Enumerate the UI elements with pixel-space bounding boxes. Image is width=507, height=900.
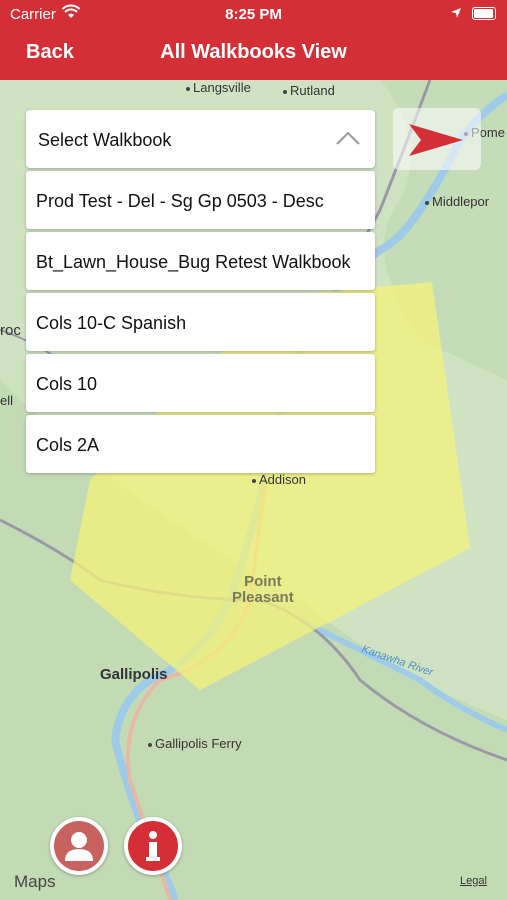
info-icon	[128, 821, 178, 871]
walkbook-option[interactable]: Cols 10	[26, 354, 375, 412]
map-label-roc: roc	[0, 322, 21, 339]
walkbook-select-label: Select Walkbook	[38, 130, 172, 150]
chevron-up-icon	[335, 130, 361, 146]
map-label-addison: Addison	[252, 472, 306, 487]
status-bar: Carrier 8:25 PM	[0, 0, 507, 28]
nav-bar: Back All Walkbooks View	[0, 28, 507, 80]
info-button[interactable]	[124, 817, 182, 875]
map-label-rutland: Rutland	[283, 83, 335, 98]
map-label-middleport: Middlepor	[425, 194, 489, 209]
user-icon	[54, 821, 104, 871]
page-title: All Walkbooks View	[160, 41, 347, 63]
walkbook-dropdown: Select Walkbook Prod Test - Del - Sg Gp …	[26, 110, 375, 473]
status-time: 8:25 PM	[225, 6, 282, 23]
current-location-button[interactable]	[393, 108, 481, 170]
location-arrow-icon	[450, 6, 462, 23]
walkbook-option[interactable]: Cols 10-C Spanish	[26, 293, 375, 351]
walkbook-option[interactable]: Bt_Lawn_House_Bug Retest Walkbook	[26, 232, 375, 290]
walkbook-option[interactable]: Cols 2A	[26, 415, 375, 473]
map-label-ell: ell	[0, 393, 14, 408]
map-label-gallipolis-ferry: Gallipolis Ferry	[148, 736, 242, 751]
walkbook-option[interactable]: Prod Test - Del - Sg Gp 0503 - Desc	[26, 171, 375, 229]
walkbook-select[interactable]: Select Walkbook	[26, 110, 375, 168]
map-label-gallipolis: Gallipolis	[100, 666, 168, 683]
battery-icon	[472, 7, 496, 20]
apple-maps-logo: Maps	[14, 872, 56, 891]
user-profile-button[interactable]	[50, 817, 108, 875]
navigation-arrow-icon	[409, 124, 463, 156]
map-label-langsville: Langsville	[186, 80, 251, 95]
legal-link[interactable]: Legal	[460, 875, 487, 887]
map-label-point-pleasant: Point Pleasant	[232, 573, 294, 606]
